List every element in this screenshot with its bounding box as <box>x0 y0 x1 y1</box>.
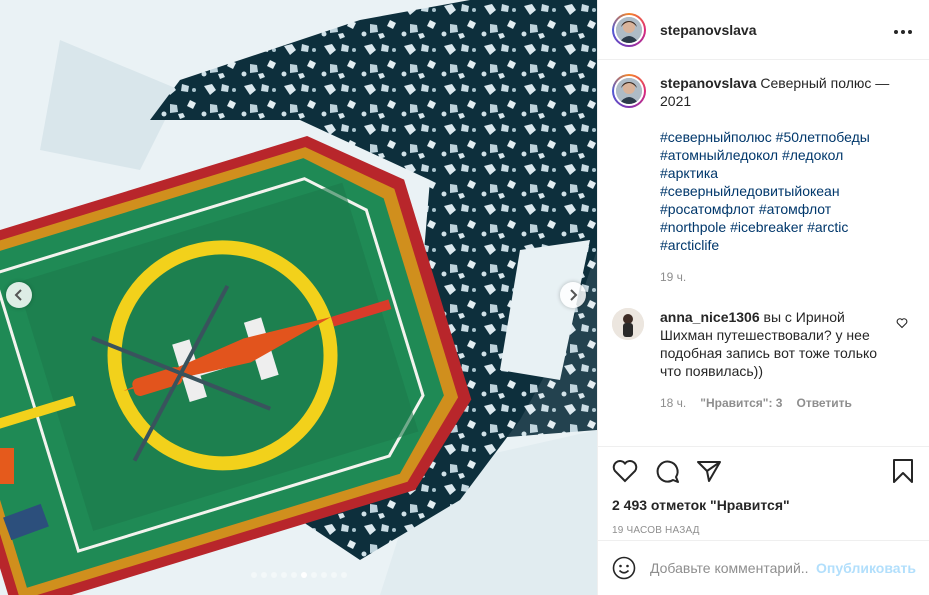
hashtag-link[interactable]: #атомныйледокол <box>660 147 778 163</box>
comment-item: anna_nice1306 вы с Ириной Шихман путешес… <box>612 308 914 412</box>
hashtag-link[interactable]: #icebreaker <box>730 219 803 235</box>
publish-button[interactable]: Опубликовать <box>816 560 916 576</box>
carousel-indicator <box>0 572 597 578</box>
more-horizontal-icon <box>894 30 912 34</box>
hashtag-link[interactable]: #арктика <box>660 165 718 181</box>
carousel-prev-button[interactable] <box>6 282 32 308</box>
paper-plane-icon <box>697 461 721 482</box>
hashtag-link[interactable]: #arcticlife <box>660 237 719 253</box>
hashtag-link[interactable]: #50летпобеды <box>776 129 870 145</box>
heart-icon <box>896 318 908 329</box>
bookmark-icon <box>893 459 913 483</box>
hashtag-list: #северныйполюс #50летпобеды #атомныйледок… <box>660 128 910 254</box>
hashtag-link[interactable]: #arctic <box>807 219 848 235</box>
carousel-dot <box>260 572 267 578</box>
chevron-right-icon <box>570 289 578 301</box>
save-button[interactable] <box>892 458 914 484</box>
comment-button[interactable] <box>654 458 680 484</box>
carousel-dot <box>340 572 347 578</box>
carousel-dot <box>290 572 297 578</box>
smiley-icon <box>612 556 636 580</box>
hashtag-link[interactable]: #атомфлот <box>759 201 831 217</box>
comment-input[interactable]: Добавьте комментарий... <box>650 560 808 576</box>
icebreaker-helipad-photo <box>0 0 597 595</box>
carousel-dot <box>330 572 337 578</box>
add-comment-bar: Добавьте комментарий... Опубликовать <box>598 540 929 595</box>
caption-avatar[interactable] <box>612 74 646 108</box>
commenter-avatar[interactable] <box>612 308 644 340</box>
hashtag-link[interactable]: #ледокол <box>782 147 843 163</box>
comment-bubble-icon <box>656 460 679 483</box>
hashtag-link[interactable]: #росатомфлот <box>660 201 755 217</box>
comment-likes-count[interactable]: "Нравится": 3 <box>700 394 782 412</box>
carousel-dot <box>320 572 327 578</box>
profile-photo <box>612 308 644 340</box>
hashtag-link[interactable]: #северныйледовитыйокеан <box>660 183 840 199</box>
author-username[interactable]: stepanovslava <box>660 22 757 38</box>
emoji-button[interactable] <box>612 556 636 580</box>
caption-username[interactable]: stepanovslava <box>660 75 757 91</box>
post-header: stepanovslava <box>598 0 929 60</box>
author-avatar[interactable] <box>612 12 646 47</box>
comment-reply-button[interactable]: Ответить <box>796 394 851 412</box>
like-button[interactable] <box>612 459 638 483</box>
share-button[interactable] <box>696 459 722 483</box>
likes-count[interactable]: 2 493 отметок "Нравится" <box>612 497 914 513</box>
profile-photo <box>616 16 642 43</box>
instagram-post: stepanovslava stepanovslava Северный пол… <box>0 0 929 595</box>
profile-photo <box>616 78 642 104</box>
commenter-username[interactable]: anna_nice1306 <box>660 309 760 325</box>
post-actions: 2 493 отметок "Нравится" 19 часов назад <box>598 446 929 536</box>
post-photo[interactable] <box>0 0 597 595</box>
comments-section: stepanovslava Северный полюс — 2021 #сев… <box>598 60 929 445</box>
post-sidebar: stepanovslava stepanovslava Северный пол… <box>597 0 929 595</box>
carousel-dot <box>250 572 257 578</box>
chevron-left-icon <box>14 289 22 301</box>
comment-like-button[interactable] <box>896 316 908 332</box>
carousel-dot <box>300 572 307 578</box>
carousel-next-button[interactable] <box>560 282 586 308</box>
post-timestamp[interactable]: 19 часов назад <box>612 525 914 536</box>
hashtag-link[interactable]: #northpole <box>660 219 726 235</box>
carousel-dot <box>310 572 317 578</box>
carousel-dot <box>280 572 287 578</box>
caption-timestamp[interactable]: 19 ч. <box>660 268 910 286</box>
hashtag-link[interactable]: #северныйполюс <box>660 129 772 145</box>
post-caption: stepanovslava Северный полюс — 2021 #сев… <box>612 74 914 286</box>
comment-timestamp[interactable]: 18 ч. <box>660 394 686 412</box>
heart-icon <box>612 460 638 483</box>
more-options-button[interactable] <box>893 19 913 40</box>
carousel-dot <box>270 572 277 578</box>
